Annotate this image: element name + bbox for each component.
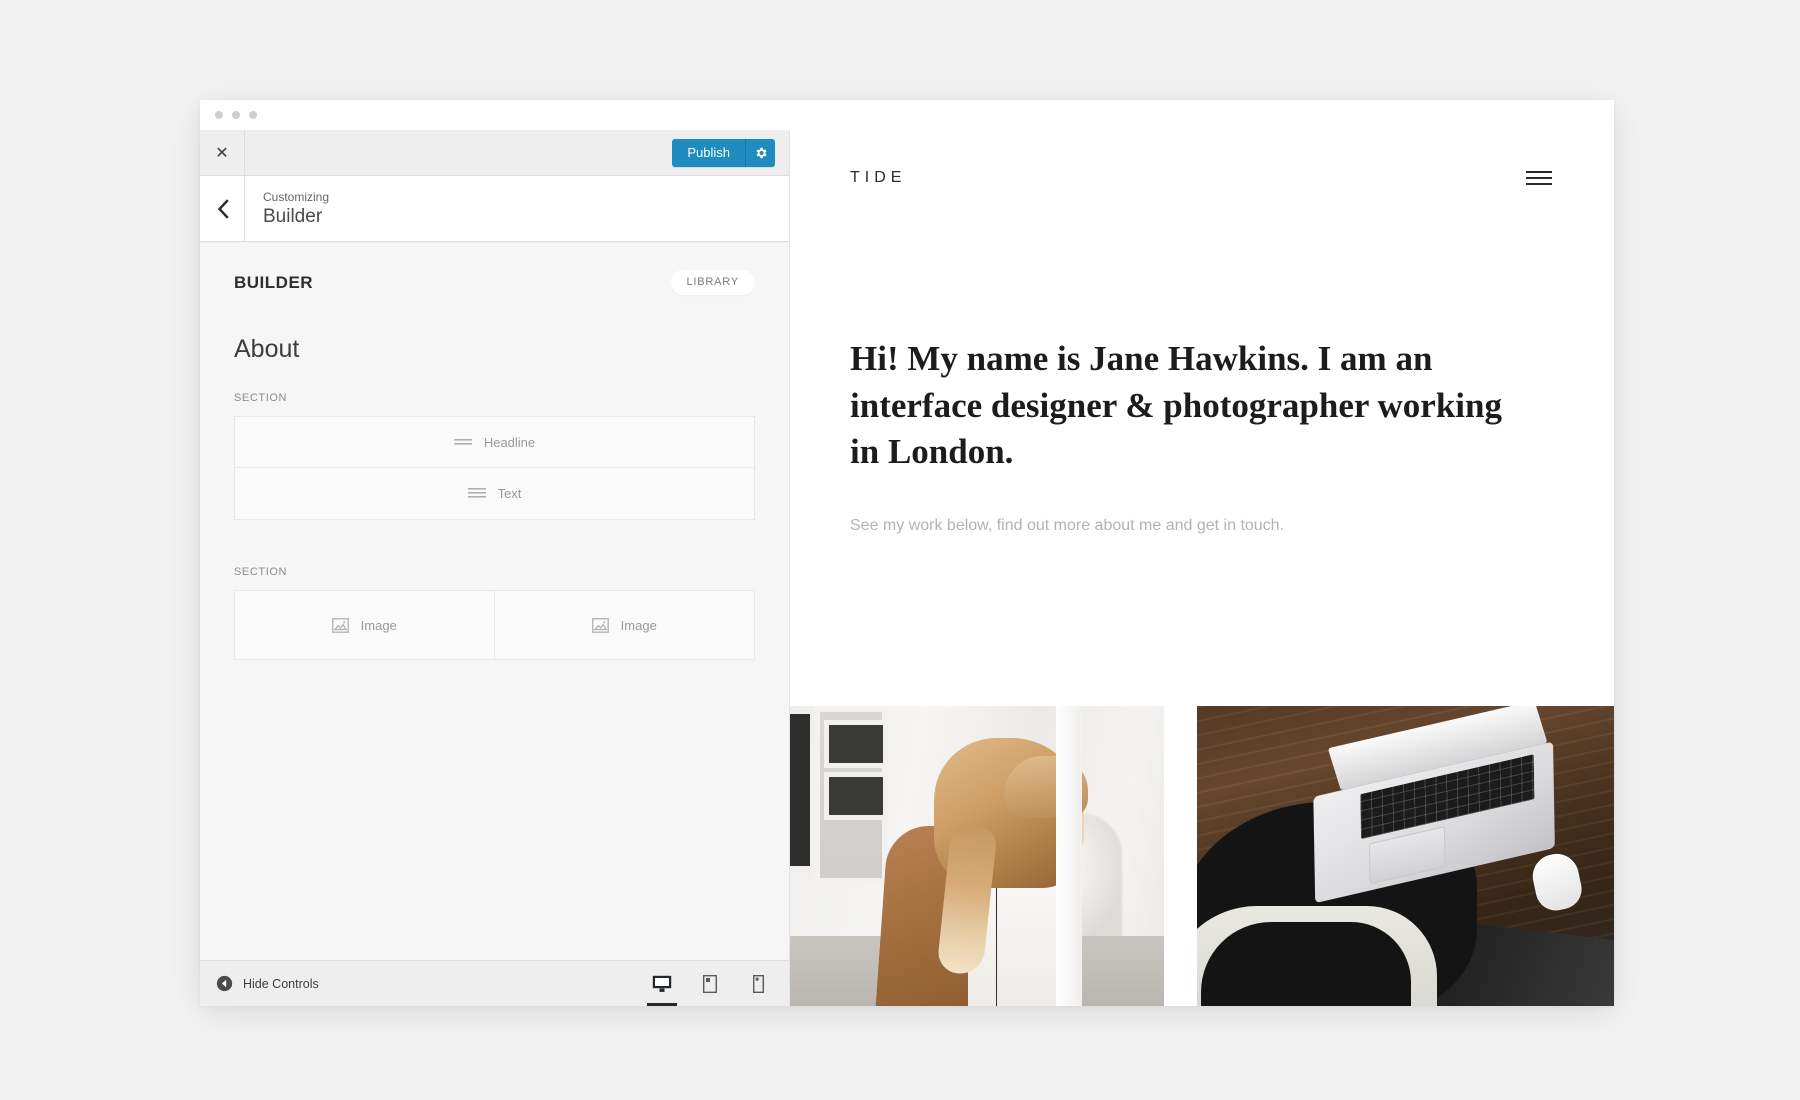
hide-controls-label: Hide Controls bbox=[243, 976, 319, 991]
site-header: TIDE bbox=[790, 130, 1614, 226]
customizer-footer: Hide Controls bbox=[200, 960, 789, 1006]
site-preview: TIDE Hi! My name is Jane Hawkins. I am a… bbox=[790, 130, 1614, 1006]
text-lines-icon bbox=[467, 487, 486, 501]
desktop-icon bbox=[652, 975, 672, 992]
photo-detail bbox=[1368, 825, 1446, 885]
photo-detail bbox=[814, 706, 888, 884]
device-preview-switcher bbox=[647, 961, 771, 1006]
photo-gallery bbox=[790, 706, 1614, 1006]
block-label: Image bbox=[620, 617, 657, 633]
window-body: ✕ Publish Customizing Builder BUILDER LI… bbox=[200, 130, 1614, 1006]
customizer-breadcrumb: Customizing Builder bbox=[200, 176, 789, 242]
block-image-right[interactable]: Image bbox=[495, 591, 755, 659]
hamburger-line bbox=[1526, 177, 1552, 179]
image-frame-icon bbox=[331, 617, 349, 633]
hero-section: Hi! My name is Jane Hawkins. I am an int… bbox=[790, 226, 1614, 706]
window-dot-minimize[interactable] bbox=[232, 111, 240, 119]
device-mobile-button[interactable] bbox=[745, 961, 771, 1006]
section-label-2: SECTION bbox=[234, 566, 288, 578]
block-headline[interactable]: Headline bbox=[235, 417, 754, 468]
block-columns: Image Image bbox=[235, 591, 754, 659]
hamburger-menu-icon[interactable] bbox=[1526, 171, 1552, 185]
section-label-1: SECTION bbox=[234, 392, 288, 404]
photo-detail bbox=[790, 714, 810, 866]
window-titlebar bbox=[200, 100, 1614, 130]
breadcrumb-back-button[interactable] bbox=[200, 176, 245, 241]
section-block-group-1: Headline Text bbox=[234, 416, 755, 520]
headline-lines-icon bbox=[453, 436, 472, 448]
hamburger-line bbox=[1526, 183, 1552, 185]
customizer-sidebar: ✕ Publish Customizing Builder BUILDER LI… bbox=[200, 130, 790, 1006]
arrow-left-circle-icon bbox=[216, 975, 233, 992]
close-customizer-button[interactable]: ✕ bbox=[200, 130, 245, 175]
browser-window: ✕ Publish Customizing Builder BUILDER LI… bbox=[200, 100, 1614, 1006]
page-title: About bbox=[234, 335, 300, 363]
block-label: Headline bbox=[483, 434, 536, 450]
builder-header: BUILDER LIBRARY bbox=[234, 270, 755, 295]
hero-subtitle: See my work below, find out more about m… bbox=[850, 516, 1285, 534]
gear-icon bbox=[756, 147, 767, 158]
image-frame-icon bbox=[591, 617, 609, 633]
photo-detail bbox=[1056, 706, 1082, 1006]
device-desktop-button[interactable] bbox=[647, 961, 677, 1006]
publish-button-group: Publish bbox=[672, 138, 775, 167]
photo-detail bbox=[1197, 906, 1437, 1006]
customizer-topbar: ✕ Publish bbox=[200, 130, 789, 176]
block-label: Text bbox=[497, 486, 522, 501]
mobile-icon bbox=[752, 974, 764, 993]
photo-woman-braid[interactable] bbox=[790, 706, 1194, 1006]
window-dot-close[interactable] bbox=[215, 111, 223, 119]
block-image-left[interactable]: Image bbox=[235, 591, 495, 659]
publish-area: Publish bbox=[672, 130, 789, 175]
hero-headline: Hi! My name is Jane Hawkins. I am an int… bbox=[850, 339, 1502, 472]
publish-button[interactable]: Publish bbox=[672, 138, 745, 167]
block-text[interactable]: Text bbox=[235, 468, 754, 519]
hide-controls-button[interactable]: Hide Controls bbox=[216, 975, 319, 992]
photo-laptop-desk[interactable] bbox=[1197, 706, 1614, 1006]
site-logo[interactable]: TIDE bbox=[850, 169, 906, 187]
close-x-icon: ✕ bbox=[215, 142, 229, 162]
chevron-left-icon bbox=[217, 198, 229, 219]
builder-panel-title: BUILDER bbox=[234, 272, 314, 292]
hamburger-line bbox=[1526, 171, 1552, 173]
builder-panel: BUILDER LIBRARY About SECTION Headline T… bbox=[200, 242, 789, 960]
block-label: Image bbox=[360, 617, 397, 633]
photo-detail bbox=[1164, 706, 1194, 1006]
section-block-group-2: Image Image bbox=[234, 590, 755, 660]
device-tablet-button[interactable] bbox=[697, 961, 723, 1006]
window-dot-maximize[interactable] bbox=[249, 111, 257, 119]
breadcrumb-title: Builder bbox=[263, 205, 323, 227]
publish-settings-button[interactable] bbox=[745, 138, 775, 167]
breadcrumb-subtitle: Customizing bbox=[263, 189, 330, 204]
breadcrumb-text: Customizing Builder bbox=[245, 176, 329, 241]
library-button[interactable]: LIBRARY bbox=[670, 270, 755, 295]
tablet-icon bbox=[703, 974, 717, 993]
